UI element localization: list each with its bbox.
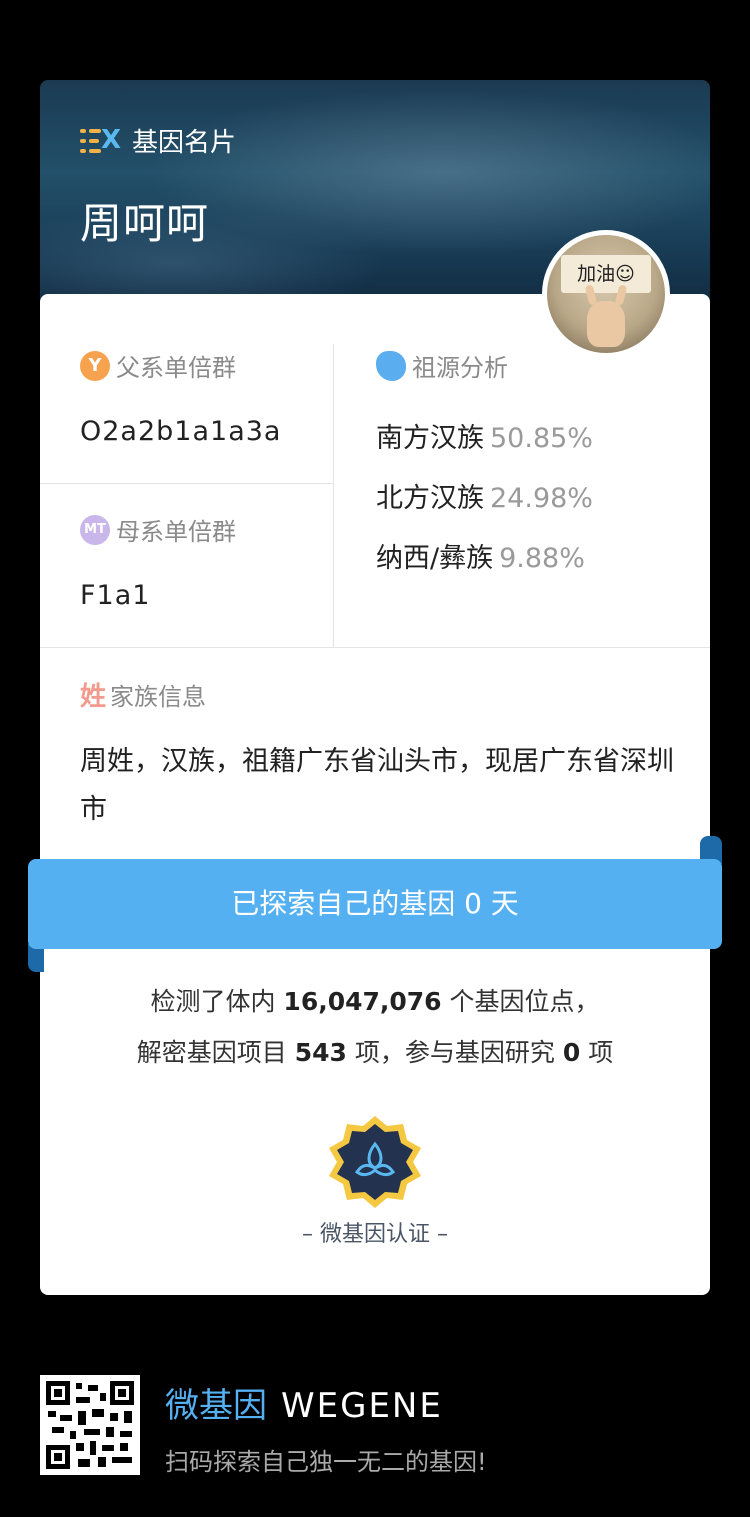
divider-vertical: [333, 344, 334, 648]
avatar-sign-text: 加油☺: [561, 255, 651, 293]
stats-line-2: 解密基因项目 543 项，参与基因研究 0 项: [136, 1038, 614, 1067]
brand-row: X 基因名片: [80, 122, 236, 159]
stats-line-1: 检测了体内 16,047,076 个基因位点，: [150, 987, 600, 1016]
certification-label: – 微基因认证 –: [302, 1222, 448, 1247]
explore-days-banner: 已探索自己的基因 0 天: [28, 859, 722, 949]
avatar[interactable]: 加油☺: [542, 230, 670, 358]
surname-icon: 姓: [80, 682, 107, 712]
ancestry-title: 祖源分析: [376, 348, 508, 383]
qr-code-icon: [40, 1375, 140, 1475]
ancestry-item: 北方汉族 24.98%: [376, 483, 593, 514]
mt-badge-icon: MT: [80, 514, 110, 545]
family-title: 姓 家族信息: [80, 677, 206, 712]
divider-horizontal: [40, 483, 333, 484]
family-info-text: 周姓，汉族，祖籍广东省汕头市，现居广东省深圳市: [80, 746, 674, 825]
footer-brand-en: WEGENE: [281, 1386, 443, 1426]
y-chromosome-badge-icon: Y: [80, 350, 110, 381]
ancestry-item: 纳西/彝族 9.88%: [376, 543, 585, 574]
footer-slogan: 扫码探索自己独一无二的基因!: [165, 1448, 487, 1476]
ancestry-item: 南方汉族 50.85%: [376, 423, 593, 454]
brand-label: 基因名片: [132, 128, 237, 158]
user-name: 周呵呵: [80, 199, 210, 248]
cloud-icon: [376, 350, 406, 381]
maternal-value: F1a1: [80, 580, 151, 611]
footer-brand-cn: 微基因: [165, 1386, 267, 1426]
maternal-title: MT 母系单倍群: [80, 512, 236, 547]
certification-seal-icon: [329, 1116, 421, 1208]
avatar-figure: [587, 301, 625, 347]
paternal-value: O2a2b1a1a3a: [80, 416, 282, 447]
dna-list-icon: X: [80, 126, 121, 156]
paternal-title: Y 父系单倍群: [80, 348, 236, 383]
footer-brand: 微基因 WEGENE: [165, 1378, 443, 1427]
